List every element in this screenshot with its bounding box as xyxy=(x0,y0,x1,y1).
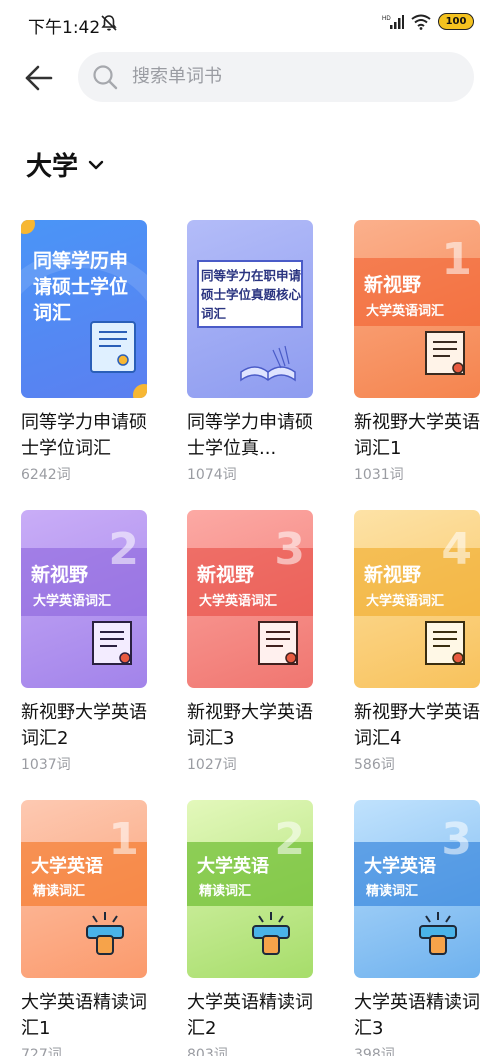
book-cover[interactable]: 1 新视野 大学英语词汇 xyxy=(354,220,480,398)
book-cover[interactable]: 同等学力在职申请硕士学位真题核心词汇 xyxy=(187,220,313,398)
bell-off-icon xyxy=(101,15,117,31)
word-count: 586词 xyxy=(354,757,395,773)
book-cover[interactable]: 2 新视野 大学英语词汇 xyxy=(21,510,147,688)
word-count: 1074词 xyxy=(187,467,237,483)
cover-title: 同等学历申请硕士学位词汇 xyxy=(33,250,129,324)
book-title: 新视野大学英语词汇2 xyxy=(21,702,147,749)
word-count: 6242词 xyxy=(21,467,71,483)
word-count: 727词 xyxy=(21,1047,62,1056)
book-cover[interactable]: 3 新视野 大学英语词汇 xyxy=(187,510,313,688)
book-cover[interactable]: 3 大学英语 精读词汇 xyxy=(354,800,480,978)
cover-decoration xyxy=(21,220,35,234)
cover-title-line1: 大学英语 xyxy=(31,856,103,877)
word-count: 1027词 xyxy=(187,757,237,773)
search-icon xyxy=(93,65,118,90)
pen-hand-icon xyxy=(419,912,457,955)
cover-number: 3 xyxy=(274,524,305,575)
cover-title: 同等学力在职申请硕士学位真题核心词汇 xyxy=(201,268,302,321)
scroll-icon xyxy=(425,621,465,665)
cover-number: 1 xyxy=(441,234,472,285)
cover-title-line1: 新视野 xyxy=(364,564,422,586)
word-count: 1037词 xyxy=(21,757,71,773)
wifi-icon xyxy=(411,14,431,30)
cover-number: 2 xyxy=(108,524,139,575)
book-title: 新视野大学英语词汇4 xyxy=(354,702,480,749)
cover-title-line2: 精读词汇 xyxy=(366,884,419,899)
battery-level: 100 xyxy=(445,16,467,27)
chevron-down-icon xyxy=(88,160,104,169)
scroll-icon xyxy=(92,621,132,665)
cover-title-line2: 大学英语词汇 xyxy=(33,594,112,609)
book-cover[interactable]: 4 新视野 大学英语词汇 xyxy=(354,510,480,688)
open-book-icon xyxy=(240,345,296,382)
book-title: 大学英语精读词汇1 xyxy=(21,992,147,1039)
svg-text:HD: HD xyxy=(382,16,391,22)
cover-number: 4 xyxy=(441,524,472,575)
book-cover[interactable]: 同等学历申请硕士学位词汇 xyxy=(21,220,147,398)
pen-hand-icon xyxy=(252,912,290,955)
book-title: 新视野大学英语词汇1 xyxy=(354,412,480,459)
category-selector[interactable]: 大学 xyxy=(26,146,104,183)
status-time: 下午1:42 xyxy=(28,18,101,38)
word-count: 1031词 xyxy=(354,467,404,483)
cover-title-line2: 精读词汇 xyxy=(199,884,252,899)
cover-title-line1: 新视野 xyxy=(364,274,422,296)
certificate-icon xyxy=(90,321,136,373)
cover-title-line1: 大学英语 xyxy=(364,856,436,877)
back-arrow-icon[interactable] xyxy=(24,63,54,93)
book-title: 大学英语精读词汇3 xyxy=(354,992,480,1039)
search-input[interactable]: 搜索单词书 xyxy=(132,52,452,102)
cover-title-line1: 大学英语 xyxy=(197,856,269,877)
cover-title-line1: 新视野 xyxy=(31,564,89,586)
book-cover[interactable]: 2 大学英语 精读词汇 xyxy=(187,800,313,978)
book-cover[interactable]: 1 大学英语 精读词汇 xyxy=(21,800,147,978)
cover-title-line2: 精读词汇 xyxy=(33,884,86,899)
book-title: 同等学力申请硕士学位真... xyxy=(187,412,313,459)
scroll-icon xyxy=(425,331,465,375)
book-title: 新视野大学英语词汇3 xyxy=(187,702,313,749)
cover-number: 3 xyxy=(441,814,472,865)
scroll-icon xyxy=(258,621,298,665)
cover-number: 2 xyxy=(274,814,305,865)
cover-title-line2: 大学英语词汇 xyxy=(366,594,445,609)
search-box[interactable]: 搜索单词书 xyxy=(78,52,474,102)
battery-icon: 100 xyxy=(438,13,474,30)
book-title: 同等学力申请硕士学位词汇 xyxy=(21,412,147,459)
status-bar: 下午1:42 HD 100 xyxy=(0,0,500,46)
signal-icon: HD xyxy=(382,14,404,29)
book-title: 大学英语精读词汇2 xyxy=(187,992,313,1039)
cover-title-line1: 新视野 xyxy=(197,564,255,586)
word-count: 398词 xyxy=(354,1047,395,1056)
category-label: 大学 xyxy=(26,152,79,182)
word-count: 803词 xyxy=(187,1047,228,1056)
cover-title-line2: 大学英语词汇 xyxy=(366,304,445,319)
pen-hand-icon xyxy=(86,912,124,955)
cover-title-line2: 大学英语词汇 xyxy=(199,594,278,609)
cover-number: 1 xyxy=(108,814,139,865)
